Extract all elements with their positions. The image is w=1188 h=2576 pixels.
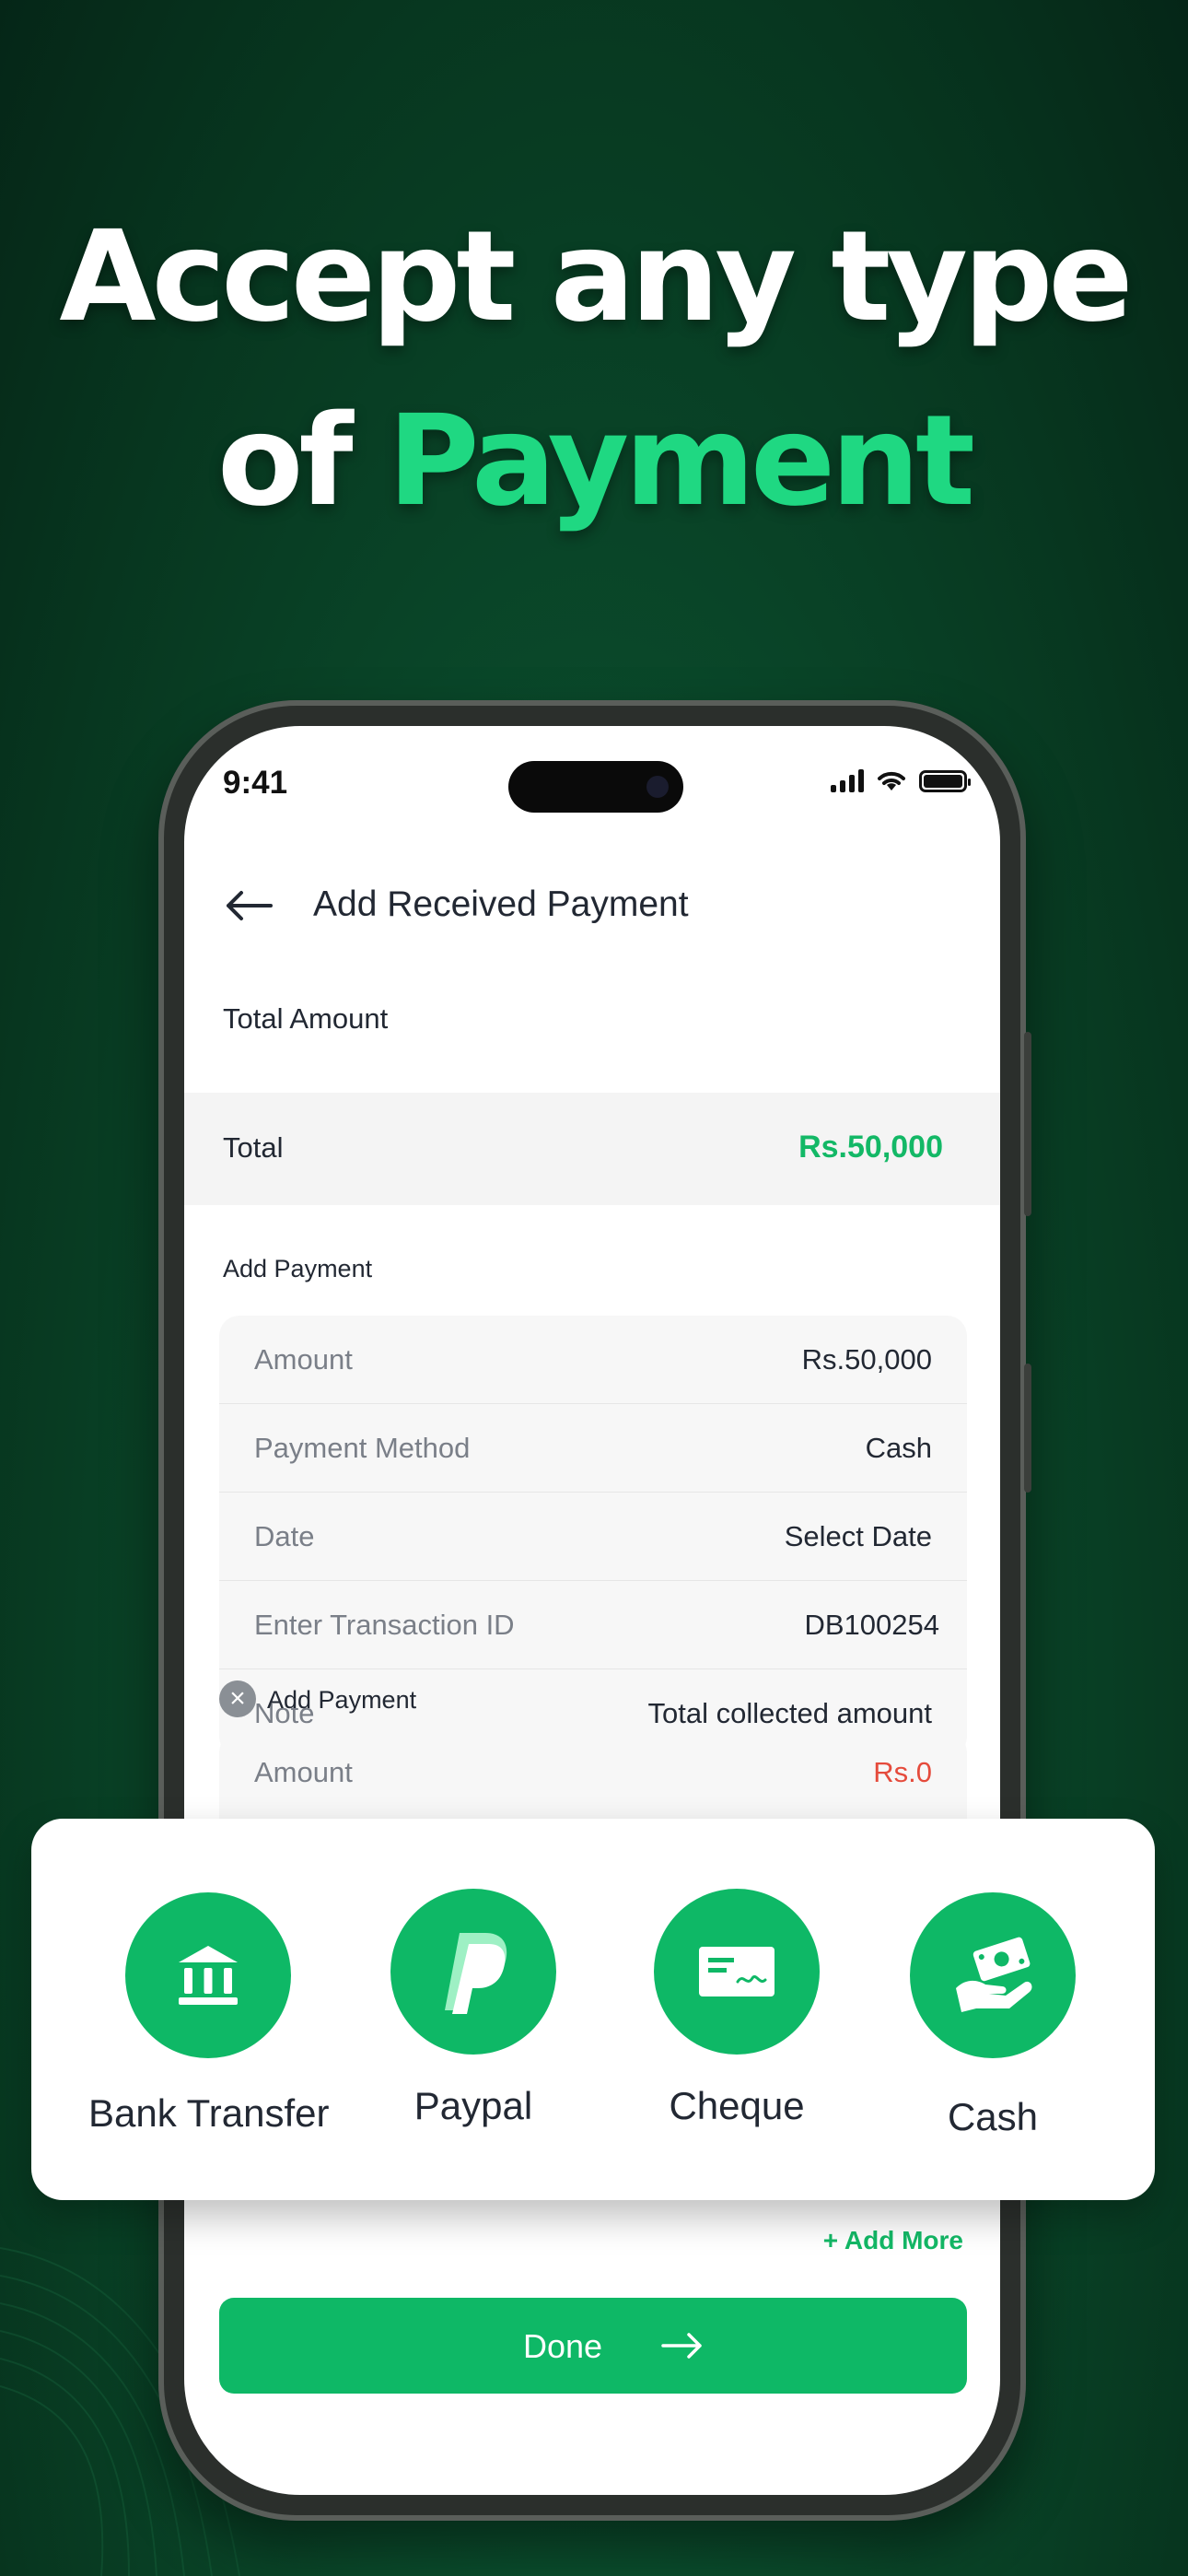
payment-method-label: Payment Method: [254, 1432, 471, 1464]
paypal-icon-circle: [390, 1889, 556, 2055]
add-payment-heading-2: Add Payment: [267, 1686, 417, 1714]
headline-of: of: [216, 389, 354, 534]
date-value: Select Date: [784, 1520, 932, 1552]
status-icons: [831, 768, 971, 792]
transaction-id-label: Enter Transaction ID: [254, 1609, 515, 1641]
cash-hand-icon: [956, 1937, 1032, 2012]
method-cheque[interactable]: Cheque: [617, 1889, 856, 2128]
bank-icon: [179, 1946, 238, 2005]
close-circle-icon[interactable]: ×: [219, 1680, 256, 1717]
method-cash[interactable]: Cash: [873, 1892, 1112, 2139]
side-button: [1024, 1364, 1031, 1493]
wifi-icon: [878, 771, 905, 790]
transaction-id-row[interactable]: Enter Transaction ID DB100254: [219, 1581, 967, 1669]
date-row[interactable]: Date Select Date: [219, 1493, 967, 1581]
dynamic-island: [508, 761, 683, 813]
headline-line-2: of Payment: [0, 389, 1188, 534]
payment-method-row[interactable]: Payment Method Cash: [219, 1404, 967, 1493]
camera-icon: [646, 776, 669, 798]
payment-method-value: Cash: [865, 1432, 932, 1464]
arrow-left-icon[interactable]: [221, 881, 276, 927]
status-time: 9:41: [223, 765, 288, 801]
cheque-icon: [699, 1947, 775, 1996]
note-value: Total collected amount: [647, 1697, 932, 1729]
amount-value: Rs.50,000: [801, 1343, 932, 1376]
signal-icon: [831, 768, 864, 792]
arrow-right-icon: [661, 2333, 702, 2359]
method-paypal[interactable]: Paypal: [354, 1889, 593, 2128]
bank-transfer-label: Bank Transfer: [88, 2091, 330, 2135]
headline-accent: Payment: [387, 389, 975, 534]
page-title: Add Received Payment: [313, 884, 689, 924]
cheque-icon-circle: [654, 1889, 820, 2055]
total-row: Total Rs.50,000: [184, 1093, 1000, 1205]
payment-methods-card: Bank Transfer Paypal Cheque Cash: [31, 1819, 1155, 2200]
add-payment-heading: Add Payment: [223, 1255, 373, 1282]
battery-icon: [919, 770, 971, 792]
app-screen: 9:41 Add Received Payment Total Amount T…: [184, 726, 1000, 2495]
cash-label: Cash: [947, 2095, 1039, 2138]
top-app-bar: Add Received Payment: [184, 866, 1000, 940]
amount-label: Amount: [254, 1343, 353, 1376]
paypal-icon: [445, 1933, 507, 2014]
phone-mockup: 9:41 Add Received Payment Total Amount T…: [158, 700, 1031, 2521]
add-more-link[interactable]: + Add More: [823, 2226, 963, 2255]
cheque-label: Cheque: [669, 2084, 805, 2127]
paypal-label: Paypal: [413, 2084, 533, 2127]
amount-label-2: Amount: [254, 1756, 353, 1788]
done-button[interactable]: Done: [219, 2298, 967, 2394]
total-label: Total: [223, 1131, 284, 1164]
method-bank-transfer[interactable]: Bank Transfer: [88, 1892, 330, 2136]
amount-row[interactable]: Amount Rs.50,000: [219, 1316, 967, 1404]
done-label: Done: [523, 2327, 603, 2365]
total-amount-heading: Total Amount: [223, 1002, 389, 1035]
date-label: Date: [254, 1520, 315, 1552]
headline-line-1: Accept any type: [59, 205, 1133, 350]
amount-value-2: Rs.0: [873, 1756, 932, 1788]
cash-icon-circle: [910, 1892, 1076, 2058]
total-value: Rs.50,000: [798, 1130, 943, 1165]
power-button: [1024, 1032, 1031, 1216]
bank-icon-circle: [125, 1892, 291, 2058]
transaction-id-value: DB100254: [804, 1609, 939, 1641]
